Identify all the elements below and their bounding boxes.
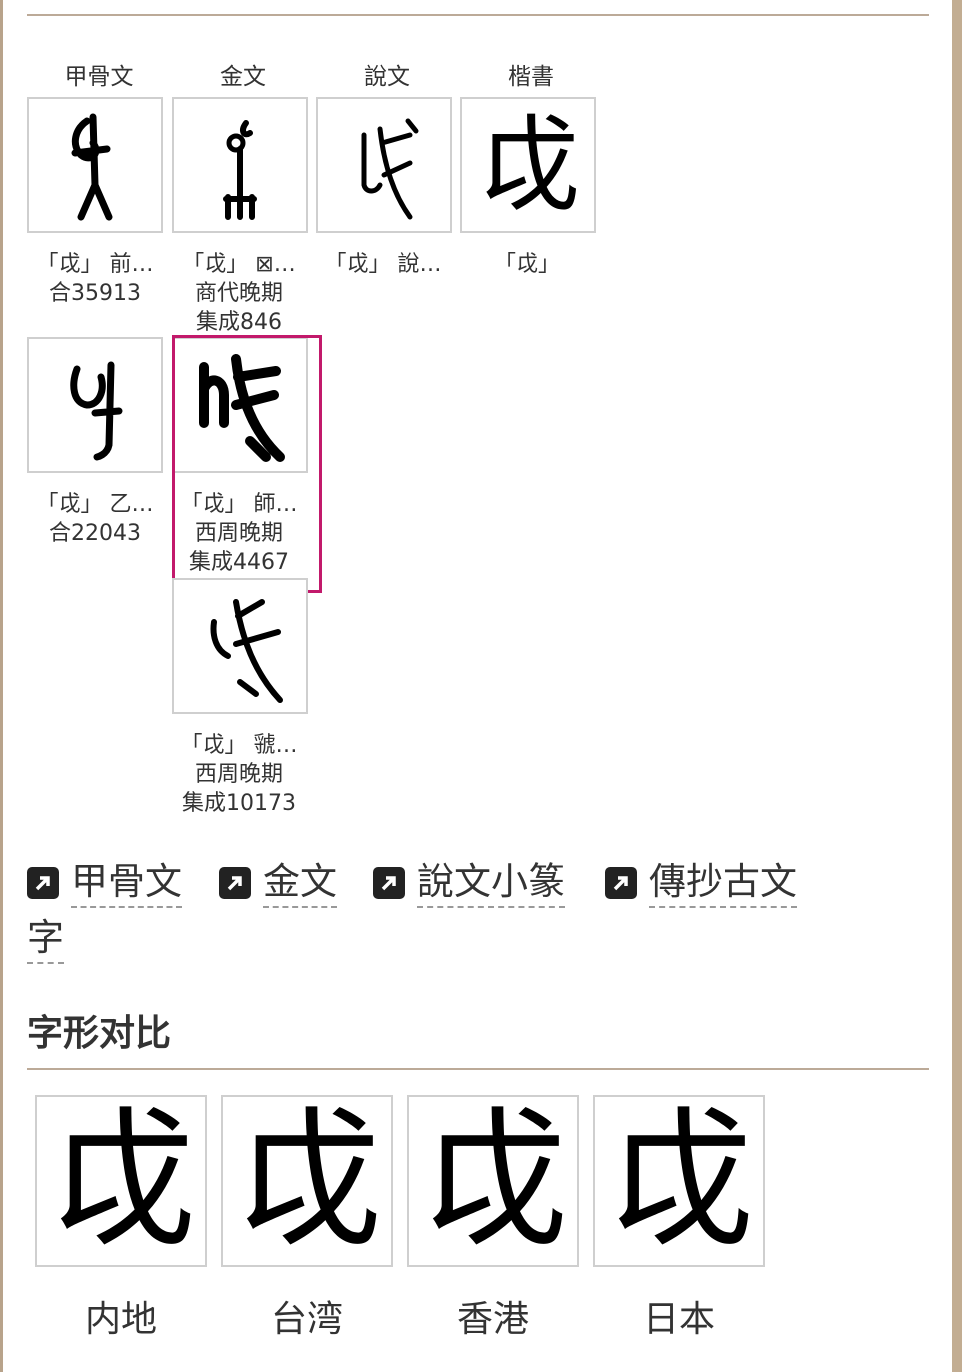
regular-glyph-char: 戉 <box>475 104 580 226</box>
glyph-regular[interactable]: 戉 <box>460 97 596 233</box>
external-link-icon <box>27 867 59 899</box>
link-transmitted-ancient[interactable]: 傳抄古文 <box>605 858 797 908</box>
bronze-glyph-image <box>223 120 257 220</box>
column-heading-shuowen: 說文 <box>364 64 410 90</box>
glyph-caption: 「戉」 虢… 西周晚期 集成10173 <box>180 733 298 816</box>
glyph-caption: 「戉」 <box>493 252 560 277</box>
link-bronze[interactable]: 金文 <box>219 858 337 908</box>
glyph-caption: 「戉」 乙… 合22043 <box>36 492 154 546</box>
section-divider <box>27 1068 929 1070</box>
shuowen-glyph-image <box>361 118 419 220</box>
comparison-char: 戉 <box>417 1094 568 1268</box>
page-right-border <box>952 0 962 1372</box>
external-link-icon <box>219 867 251 899</box>
glyph-caption: 「戉」 說… <box>324 252 442 277</box>
glyph-oracle-35913[interactable] <box>27 97 163 233</box>
external-link-icon <box>605 867 637 899</box>
column-heading-oracle: 甲骨文 <box>64 64 134 90</box>
glyph-caption: 「戉」 ⊠… 商代晚期 集成846 <box>182 252 296 335</box>
column-heading-bronze: 金文 <box>220 64 266 90</box>
link-oracle[interactable]: 甲骨文 <box>27 858 182 908</box>
oracle-glyph-image <box>71 113 113 221</box>
oracle-glyph-image <box>70 361 123 461</box>
region-label-hongkong: 香港 <box>456 1299 529 1340</box>
region-label-mainland: 内地 <box>84 1299 157 1340</box>
glyph-oracle-22043[interactable] <box>27 337 163 473</box>
comparison-char: 戉 <box>231 1094 382 1268</box>
comparison-box-taiwan[interactable]: 戉 <box>221 1095 393 1267</box>
link-zi[interactable]: 字 <box>27 914 64 964</box>
region-label-japan: 日本 <box>642 1299 715 1340</box>
comparison-char: 戉 <box>45 1094 196 1268</box>
top-divider <box>27 14 929 16</box>
external-link-icon <box>373 867 405 899</box>
column-heading-regular: 楷書 <box>508 64 554 90</box>
section-title: 字形对比 <box>27 1013 172 1054</box>
bronze-glyph-image <box>210 599 283 703</box>
glyph-bronze-846[interactable] <box>172 97 308 233</box>
link-shuowen-seal[interactable]: 說文小篆 <box>373 858 565 908</box>
glyph-bronze-10173[interactable] <box>172 578 308 714</box>
page-left-border <box>0 0 3 1372</box>
comparison-box-hongkong[interactable]: 戉 <box>407 1095 579 1267</box>
selected-glyph-highlight <box>172 335 322 593</box>
glyph-shuowen[interactable] <box>316 97 452 233</box>
comparison-box-japan[interactable]: 戉 <box>593 1095 765 1267</box>
glyph-caption: 「戉」 前… 合35913 <box>36 252 154 306</box>
region-label-taiwan: 台湾 <box>270 1299 343 1340</box>
comparison-box-mainland[interactable]: 戉 <box>35 1095 207 1267</box>
comparison-char: 戉 <box>603 1094 754 1268</box>
